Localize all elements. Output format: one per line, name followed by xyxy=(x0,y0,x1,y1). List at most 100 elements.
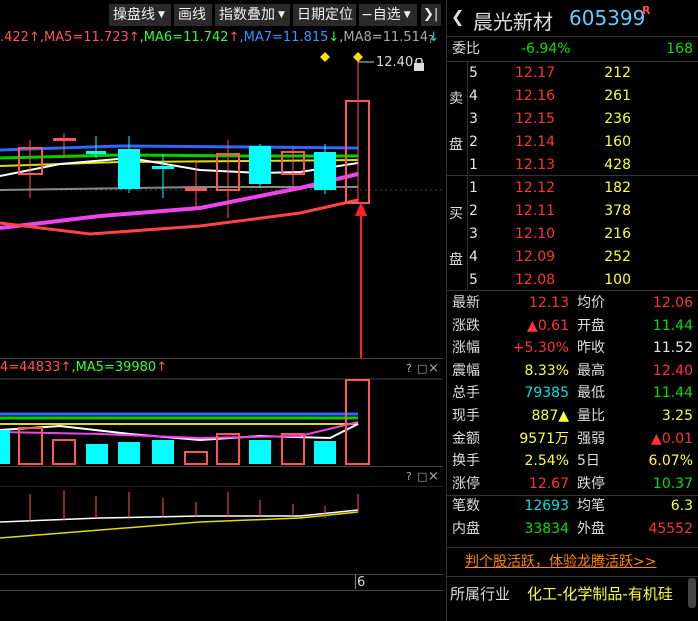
bid-volume: 252 xyxy=(604,249,631,265)
bid-volume: 182 xyxy=(604,180,631,196)
industry-value[interactable]: 化工-化学制品-有机硅 xyxy=(527,583,685,604)
minus-icon: − xyxy=(361,7,373,23)
margin-badge: R xyxy=(642,4,651,17)
divider xyxy=(447,495,698,497)
stat-value: 9571万 xyxy=(519,430,569,447)
volume-help-icon[interactable]: ? xyxy=(406,362,412,375)
indicator-close-icon[interactable]: × xyxy=(428,469,439,484)
bid-row[interactable]: 5 12.08 100 xyxy=(467,269,697,292)
date-axis-label: 6 xyxy=(357,575,366,590)
volume-close-icon[interactable]: × xyxy=(428,361,439,376)
stat-label: 金额 xyxy=(452,430,480,447)
ask-row[interactable]: 4 12.16 261 xyxy=(467,85,697,108)
stat-value: 12.13 xyxy=(528,295,569,311)
stat-row: 笔数 12693 均笔 6.3 xyxy=(447,495,698,518)
volume-maximize-icon[interactable]: □ xyxy=(417,362,427,375)
sell-label-1: 卖 xyxy=(449,91,463,107)
watchlist-dropdown[interactable]: −自选 ▼ xyxy=(359,4,417,26)
candle xyxy=(314,152,336,190)
stat-label: 均笔 xyxy=(577,498,605,515)
bid-level: 3 xyxy=(469,226,478,242)
ask-volume: 236 xyxy=(604,111,631,127)
stat-value: +5.30% xyxy=(512,340,569,357)
volume-bars xyxy=(0,379,370,465)
ma4-value: .422 xyxy=(0,30,29,45)
draw-line-button[interactable]: 画线 xyxy=(174,4,212,26)
vol-ma5-arrow-icon: ↑ xyxy=(156,360,168,375)
order-ratio-row: 委比 -6.94% 168 xyxy=(447,38,698,61)
ask-row[interactable]: 2 12.14 160 xyxy=(467,131,697,154)
divider xyxy=(467,62,468,174)
ask-price: 12.14 xyxy=(515,134,556,150)
ask-level: 2 xyxy=(469,134,478,150)
indicator-chart[interactable] xyxy=(0,486,443,574)
sell-label-2: 盘 xyxy=(449,137,463,153)
stat-label: 现手 xyxy=(452,408,480,424)
candles xyxy=(18,62,370,218)
collapse-panel-button[interactable]: ❯| xyxy=(421,4,441,26)
ma5-arrow-icon: ↑ xyxy=(128,30,140,45)
stat-row: 金额 9571万 强弱 ▲0.01 xyxy=(447,428,698,451)
volume-indicator-line: 4=44833↑,MA5=39980↑ xyxy=(0,360,167,375)
bid-row[interactable]: 2 12.11 378 xyxy=(467,200,697,223)
ask-price: 12.17 xyxy=(515,65,556,81)
ask-price: 12.13 xyxy=(515,157,556,173)
stat-label: 强弱 xyxy=(577,430,605,447)
stat-value: 2.54% xyxy=(524,453,569,470)
stat-value: 11.52 xyxy=(652,340,693,357)
stat-row: 内盘 33834 外盘 45552 xyxy=(447,518,698,541)
chevron-down-icon: ▼ xyxy=(403,10,411,20)
chart-toolbar: 操盘线 ▼ 画线 指数叠加 ▼ 日期定位 −自选 ▼ ❯| xyxy=(0,4,443,28)
bid-volume: 216 xyxy=(604,226,631,242)
bid-price: 12.11 xyxy=(515,203,556,219)
stat-label: 涨跌 xyxy=(452,317,480,334)
candle xyxy=(86,151,106,154)
quote-panel: ❮ 晨光新材 605399 R 委比 -6.94% 168 卖 盘 5 12.17… xyxy=(446,0,698,621)
bid-row[interactable]: 1 12.12 182 xyxy=(467,177,697,200)
operation-line-dropdown[interactable]: 操盘线 ▼ xyxy=(109,4,171,26)
stat-row: 涨停 12.67 跌停 10.37 xyxy=(447,473,698,496)
stat-row: 涨幅 +5.30% 昨收 11.52 xyxy=(447,337,698,360)
red-arrow-head-icon xyxy=(355,202,367,216)
divider xyxy=(447,576,698,577)
stat-label: 昨收 xyxy=(577,340,605,357)
ask-row[interactable]: 1 12.13 428 xyxy=(467,154,697,177)
stat-value: 12.40 xyxy=(652,362,693,379)
axis-tick xyxy=(355,575,356,589)
stat-label: 震幅 xyxy=(452,362,480,379)
indicator-maximize-icon[interactable]: □ xyxy=(417,470,427,483)
divider xyxy=(447,175,698,176)
activity-promo-link[interactable]: 判个股活跃，体验龙腾活跃>> xyxy=(465,551,656,571)
chevron-down-icon: ▼ xyxy=(158,10,165,20)
ask-row[interactable]: 5 12.17 212 xyxy=(467,62,697,85)
stat-value: 10.37 xyxy=(652,475,693,492)
ask-level: 5 xyxy=(469,65,478,81)
candle xyxy=(249,146,271,184)
ma-help-icon[interactable]: ? xyxy=(428,33,434,46)
volume-chart[interactable] xyxy=(0,378,443,466)
stat-label: 涨停 xyxy=(452,475,480,492)
bid-row[interactable]: 4 12.09 252 xyxy=(467,246,697,269)
stat-value: 11.44 xyxy=(652,317,693,334)
scrollbar[interactable] xyxy=(688,578,696,608)
candle xyxy=(53,138,76,141)
ask-row[interactable]: 3 12.15 236 xyxy=(467,108,697,131)
divider xyxy=(447,290,698,291)
bid-row[interactable]: 3 12.10 216 xyxy=(467,223,697,246)
ma5-value: ,MA5=11.723 xyxy=(39,30,129,45)
stat-label: 笔数 xyxy=(452,498,480,515)
index-overlay-label: 指数叠加 xyxy=(219,7,275,23)
stat-value: 12.67 xyxy=(528,475,569,492)
date-locate-button[interactable]: 日期定位 xyxy=(293,4,356,26)
bid-level: 5 xyxy=(469,272,478,288)
ma8-value: ,MA8=11.514 xyxy=(339,30,429,45)
candlestick-chart[interactable] xyxy=(0,48,443,358)
kline-chart-pane[interactable]: 操盘线 ▼ 画线 指数叠加 ▼ 日期定位 −自选 ▼ ❯| .422↑,MA5=11.… xyxy=(0,0,443,621)
quote-stats: 最新 12.13 均价 12.06 涨跌 ▲0.61 开盘 11.44 涨幅 +5.30% 昨收 11… xyxy=(447,292,698,542)
ma4-arrow-icon: ↑ xyxy=(28,30,40,45)
back-arrow-icon[interactable]: ❮ xyxy=(451,7,464,26)
indicator-help-icon[interactable]: ? xyxy=(406,470,412,483)
candle xyxy=(152,166,174,169)
axis-divider xyxy=(0,574,443,575)
index-overlay-dropdown[interactable]: 指数叠加 ▼ xyxy=(215,4,290,26)
